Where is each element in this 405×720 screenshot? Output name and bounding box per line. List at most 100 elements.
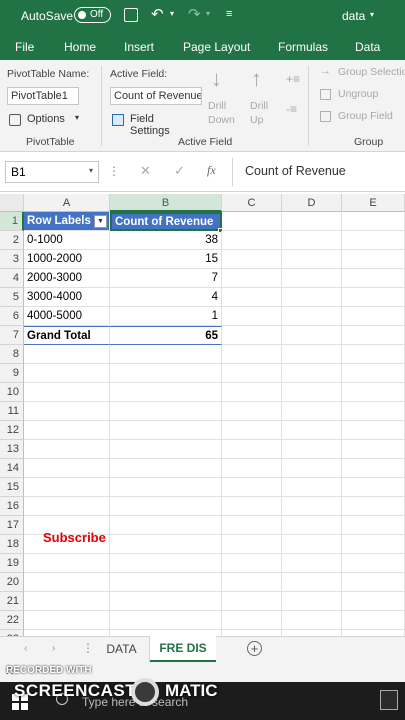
grid-cell[interactable] (222, 611, 282, 630)
row-header[interactable]: 4 (0, 269, 24, 288)
grid-cell[interactable] (342, 459, 405, 478)
tab-formulas[interactable]: Formulas (278, 40, 328, 54)
expand-field-icon[interactable]: +≡ (286, 72, 300, 86)
grid-cell[interactable] (24, 345, 110, 364)
grid-cell[interactable] (110, 535, 222, 554)
grid-cell[interactable] (342, 269, 405, 288)
grid-cell[interactable] (342, 535, 405, 554)
tab-page-layout[interactable]: Page Layout (183, 40, 250, 54)
excel-taskbar-icon[interactable] (380, 690, 398, 710)
scroll-left-icon[interactable]: ‹ (24, 643, 27, 654)
grid-cell[interactable] (110, 345, 222, 364)
pivot-row-label[interactable]: 4000-5000 (24, 307, 110, 326)
grid-cell[interactable] (342, 440, 405, 459)
pivot-row-value[interactable]: 38 (110, 231, 222, 250)
pivot-row-label[interactable]: 2000-3000 (24, 269, 110, 288)
collapse-field-icon[interactable]: -≡ (286, 102, 297, 116)
column-header-d[interactable]: D (282, 194, 342, 212)
group-field-button[interactable]: Group Field (320, 109, 405, 125)
pivot-row-value[interactable]: 7 (110, 269, 222, 288)
filename-dropdown-icon[interactable]: ▾ (370, 10, 374, 19)
autosave-toggle[interactable]: Off (74, 7, 111, 23)
grid-cell[interactable] (342, 231, 405, 250)
row-header[interactable]: 14 (0, 459, 24, 478)
pivot-row-label[interactable]: 0-1000 (24, 231, 110, 250)
grid-cell[interactable] (282, 535, 342, 554)
column-header-a[interactable]: A (24, 194, 110, 212)
grid-cell[interactable] (222, 478, 282, 497)
grid-cell[interactable] (222, 307, 282, 326)
row-header[interactable]: 6 (0, 307, 24, 326)
grid-cell[interactable] (110, 554, 222, 573)
grid-cell[interactable] (110, 611, 222, 630)
grid-cell[interactable] (282, 212, 342, 231)
filter-dropdown-icon[interactable]: ▼ (94, 215, 107, 228)
column-header-b[interactable]: B (110, 194, 222, 212)
grid-cell[interactable] (222, 345, 282, 364)
grid-cell[interactable] (222, 326, 282, 345)
name-box[interactable]: B1 ▾ (5, 161, 99, 183)
grid-cell[interactable] (222, 383, 282, 402)
grid-cell[interactable] (342, 326, 405, 345)
grid-cell[interactable] (222, 459, 282, 478)
tab-home[interactable]: Home (64, 40, 96, 54)
grid-cell[interactable] (110, 516, 222, 535)
grid-cell[interactable] (24, 383, 110, 402)
grid-cell[interactable] (222, 402, 282, 421)
grid-cell[interactable] (222, 288, 282, 307)
grid-cell[interactable] (342, 288, 405, 307)
row-header[interactable]: 1 (0, 212, 24, 231)
column-header-c[interactable]: C (222, 194, 282, 212)
grid-cell[interactable] (110, 364, 222, 383)
row-header[interactable]: 19 (0, 554, 24, 573)
grid-cell[interactable] (222, 573, 282, 592)
active-field-input[interactable]: Count of Revenue (110, 87, 202, 105)
grid-cell[interactable] (342, 478, 405, 497)
grid-cell[interactable] (110, 478, 222, 497)
grid-cell[interactable] (110, 573, 222, 592)
save-icon[interactable] (124, 8, 138, 22)
row-header[interactable]: 12 (0, 421, 24, 440)
grid-cell[interactable] (110, 459, 222, 478)
grid-cell[interactable] (342, 592, 405, 611)
grid-cell[interactable] (222, 269, 282, 288)
grid-cell[interactable] (282, 516, 342, 535)
redo-icon[interactable]: ↷ (188, 5, 201, 23)
grid-cell[interactable] (342, 554, 405, 573)
grid-cell[interactable] (282, 459, 342, 478)
grid-cell[interactable] (282, 231, 342, 250)
grid-cell[interactable] (342, 611, 405, 630)
grid-cell[interactable] (24, 478, 110, 497)
row-header[interactable]: 5 (0, 288, 24, 307)
pivot-header-count-of-revenue[interactable]: Count of Revenue (110, 212, 222, 231)
pivot-header-row-labels[interactable]: Row Labels ▼ (24, 212, 110, 231)
grid-cell[interactable] (24, 459, 110, 478)
enter-icon[interactable]: ✓ (174, 163, 185, 179)
row-header[interactable]: 7 (0, 326, 24, 345)
formula-bar-handle-icon[interactable]: ⋮ (108, 164, 120, 178)
row-header[interactable]: 8 (0, 345, 24, 364)
grid-cell[interactable] (222, 364, 282, 383)
pivot-row-value[interactable]: 15 (110, 250, 222, 269)
grid-cell[interactable] (282, 288, 342, 307)
grid-cell[interactable] (342, 250, 405, 269)
grid-cell[interactable] (282, 402, 342, 421)
row-header[interactable]: 3 (0, 250, 24, 269)
select-all-corner[interactable] (0, 194, 24, 212)
grid-cell[interactable] (110, 440, 222, 459)
row-header[interactable]: 15 (0, 478, 24, 497)
tab-file[interactable]: File (15, 40, 34, 54)
grid-cell[interactable] (110, 421, 222, 440)
pivot-row-value[interactable]: 4 (110, 288, 222, 307)
grid-cell[interactable] (24, 611, 110, 630)
row-header[interactable]: 10 (0, 383, 24, 402)
row-header[interactable]: 9 (0, 364, 24, 383)
grid-cell[interactable] (282, 611, 342, 630)
cancel-icon[interactable]: ✕ (140, 163, 151, 179)
grand-total-value[interactable]: 65 (110, 326, 222, 345)
grid-cell[interactable] (282, 421, 342, 440)
grid-cell[interactable] (282, 269, 342, 288)
grid-cell[interactable] (342, 307, 405, 326)
group-selection-button[interactable]: → Group Selection (320, 65, 405, 81)
grid-cell[interactable] (342, 516, 405, 535)
